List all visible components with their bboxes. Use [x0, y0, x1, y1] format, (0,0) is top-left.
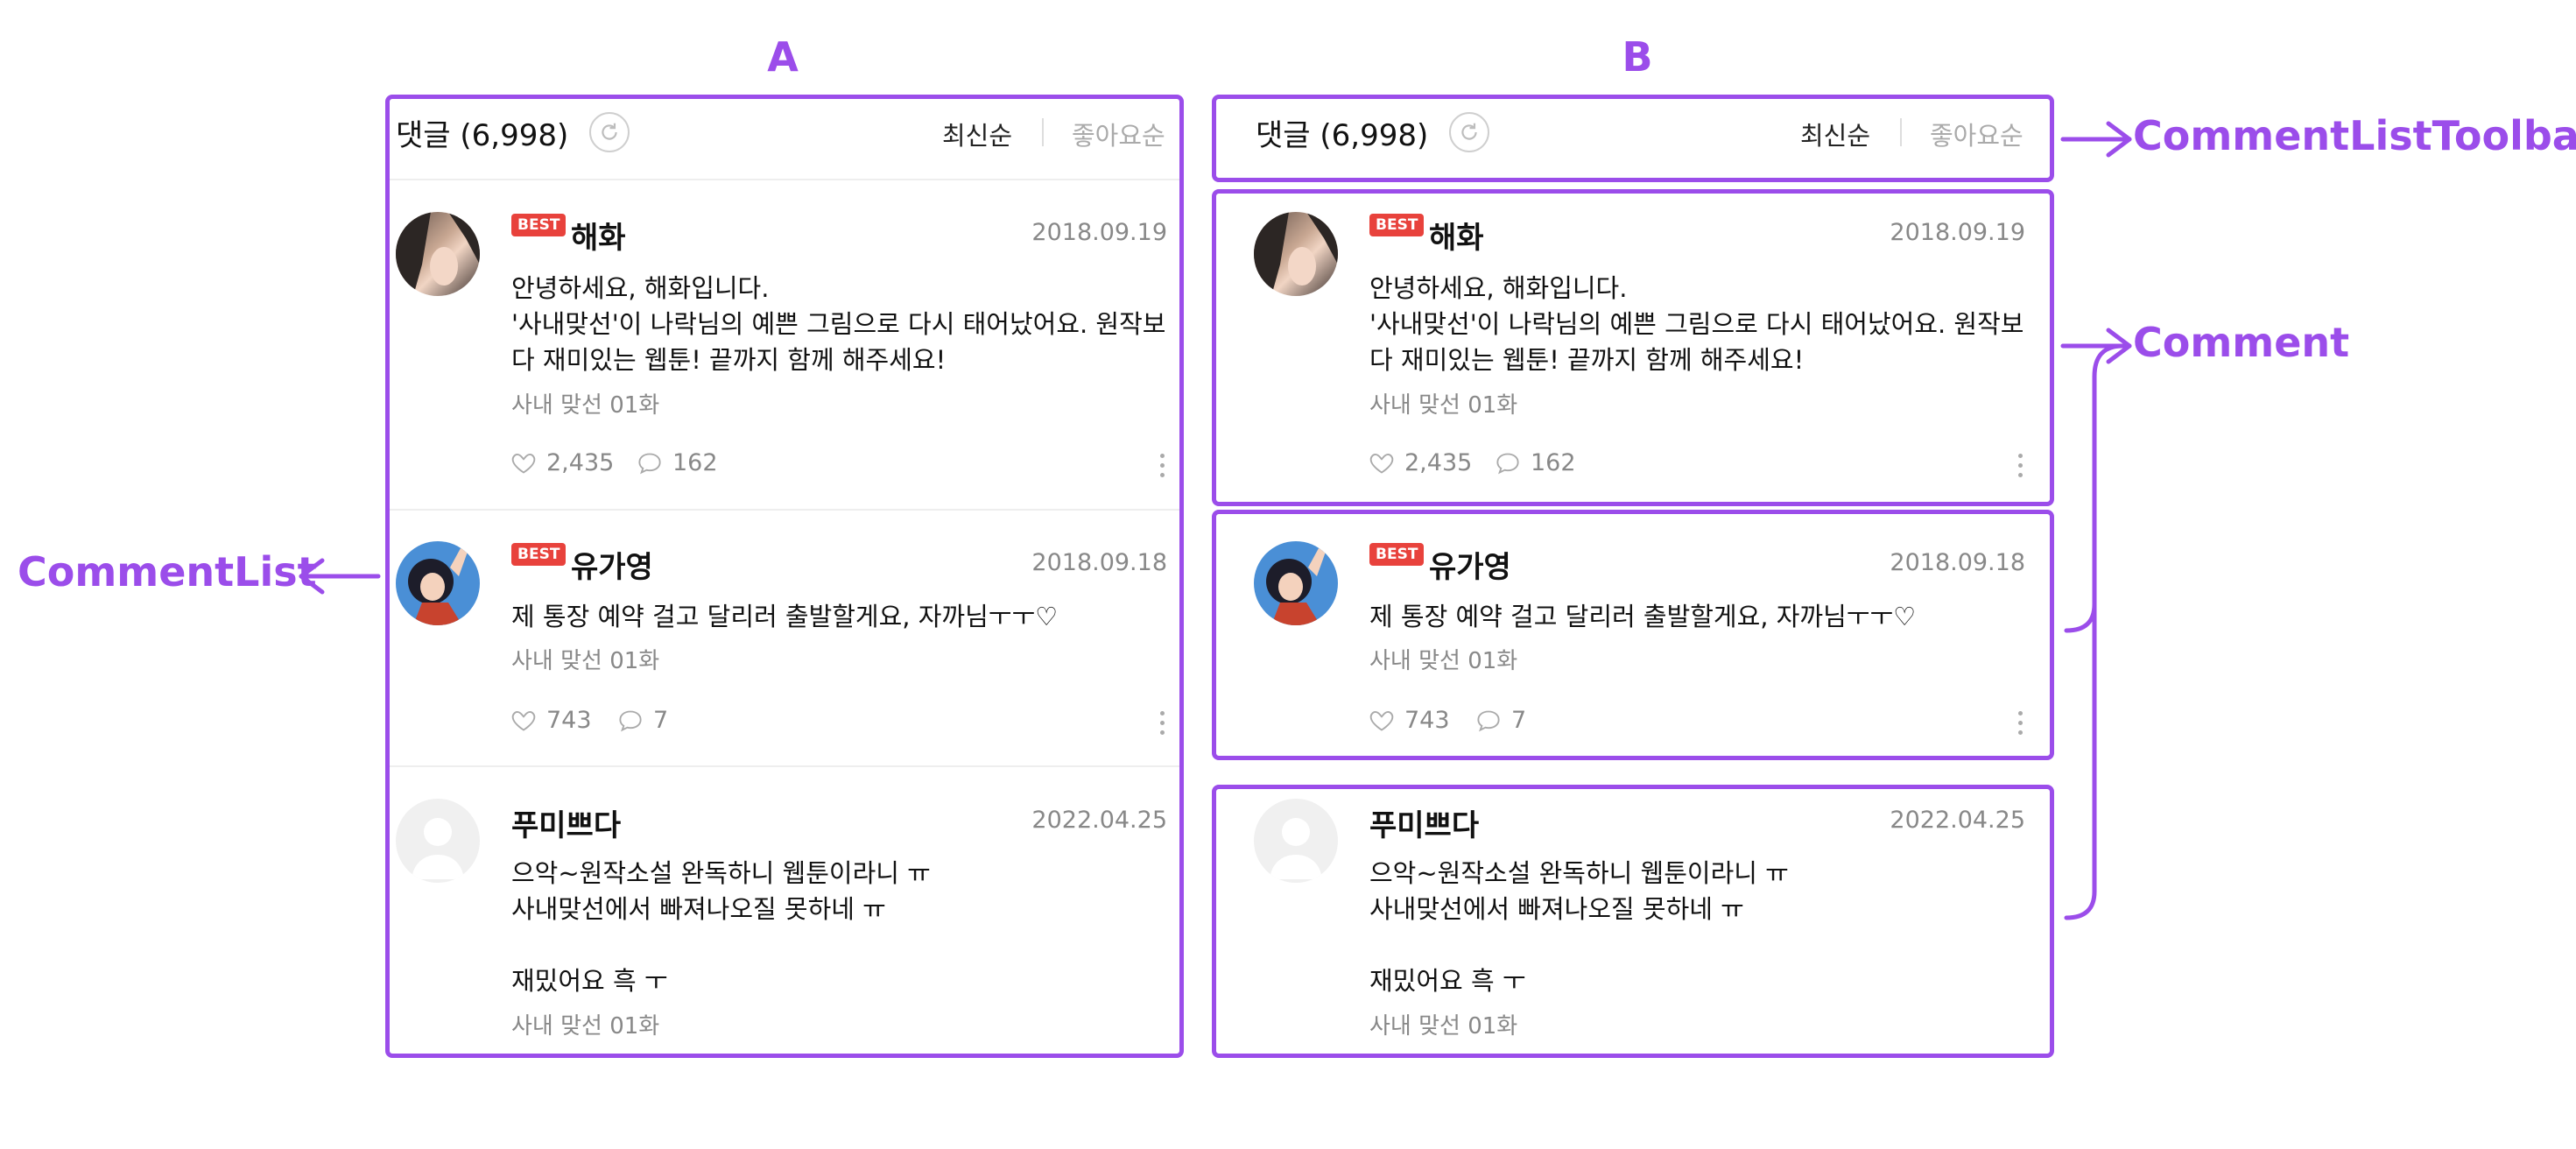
comment-list-toolbar-label: CommentListToolbar	[2133, 112, 2576, 159]
annotation-arrows	[299, 121, 2132, 920]
comment-list-label: CommentList	[18, 548, 317, 596]
comment-label: Comment	[2133, 319, 2350, 366]
